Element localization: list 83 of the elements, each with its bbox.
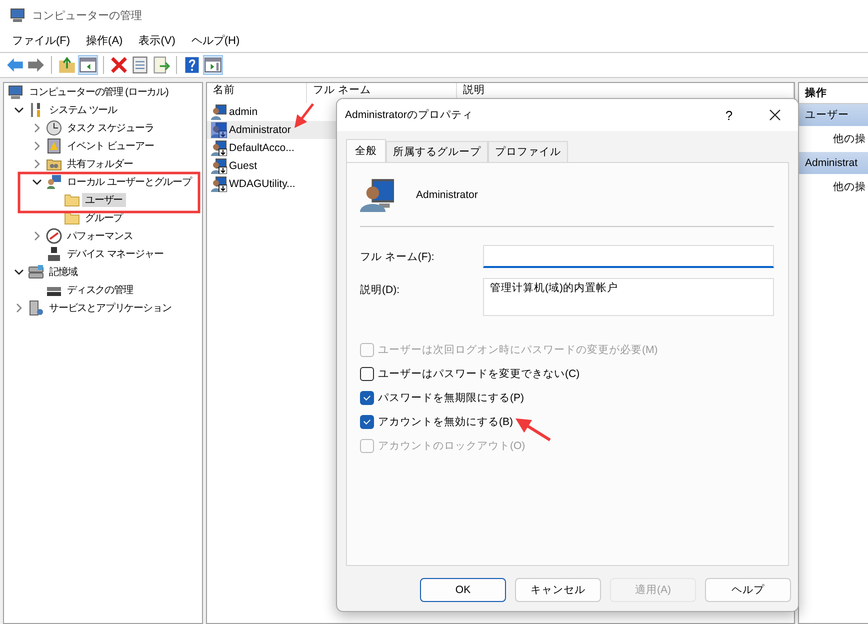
field-label: フル ネーム(F): <box>360 250 436 264</box>
folder-up-icon[interactable] <box>58 56 76 74</box>
account-name: Administrator <box>416 189 478 201</box>
menu-item[interactable]: 操作(A) <box>80 32 129 48</box>
tree-item[interactable]: イベント ビューアー <box>64 139 157 153</box>
list-row[interactable]: DefaultAcco... <box>207 139 341 157</box>
column-header[interactable]: フル ネーム <box>313 84 371 96</box>
user-name: Administrator <box>229 124 291 136</box>
clock-icon <box>46 120 62 136</box>
performance-icon <box>46 228 62 244</box>
user-icon <box>360 178 394 212</box>
properties-icon[interactable] <box>131 56 149 74</box>
menu-item[interactable]: ヘルプ(H) <box>185 32 246 48</box>
list-row[interactable]: WDAGUtility... <box>207 175 341 193</box>
delete-icon[interactable] <box>110 56 128 74</box>
help-button[interactable]: ? <box>706 108 752 122</box>
help-icon[interactable] <box>183 56 201 74</box>
export-icon[interactable] <box>152 56 170 74</box>
tree-item[interactable]: コンピューターの管理 (ローカル) <box>26 85 172 99</box>
user-name: DefaultAcco... <box>229 142 294 154</box>
menu-item[interactable]: ファイル(F) <box>6 32 76 48</box>
computer-icon <box>8 84 24 100</box>
storage-icon <box>28 264 44 280</box>
checkbox-label: アカウントのロックアウト(O) <box>378 439 526 453</box>
tree-item[interactable]: グループ <box>82 211 126 225</box>
back-arrow-icon[interactable] <box>6 56 24 74</box>
tree-item[interactable]: タスク スケジューラ <box>64 121 157 135</box>
panel-icon[interactable] <box>204 56 222 74</box>
tree-item[interactable]: デバイス マネージャー <box>64 247 166 261</box>
close-icon[interactable] <box>767 107 783 123</box>
checkbox-label: アカウントを無効にする(B) <box>378 415 513 429</box>
menu-item[interactable]: 表示(V) <box>132 32 182 48</box>
tree-item[interactable]: サービスとアプリケーション <box>46 301 174 315</box>
description-field[interactable]: 管理计算机(域)的内置帐户 <box>483 278 774 316</box>
checkbox[interactable] <box>360 391 374 405</box>
window-title: コンピューターの管理 <box>32 8 142 22</box>
tab[interactable]: 所属するグループ <box>386 141 488 162</box>
folder-icon <box>64 192 80 208</box>
checkbox[interactable] <box>360 367 374 381</box>
action-link[interactable]: 他の操 <box>799 174 868 200</box>
input-field[interactable] <box>483 245 774 268</box>
dialog-button[interactable]: OK <box>420 578 506 602</box>
tab[interactable]: 全般 <box>346 139 386 162</box>
device-icon <box>46 246 62 262</box>
field-label: 説明(D): <box>360 283 400 297</box>
users-icon <box>46 174 62 190</box>
tree-item[interactable]: システム ツール <box>46 103 120 117</box>
user-name: admin <box>229 106 258 118</box>
column-header[interactable]: 説明 <box>463 84 485 96</box>
list-row[interactable]: Guest <box>207 157 341 175</box>
disabled-user-icon <box>211 140 227 156</box>
checkbox[interactable] <box>360 415 374 429</box>
annotation-arrow <box>294 103 314 128</box>
tree-item[interactable]: パフォーマンス <box>64 229 136 243</box>
list-row[interactable]: admin <box>207 103 341 121</box>
user-name: Guest <box>229 160 258 172</box>
app-icon <box>10 7 26 23</box>
services-icon <box>28 300 44 316</box>
forward-arrow-icon[interactable] <box>27 56 45 74</box>
column-header[interactable]: 名前 <box>213 84 235 96</box>
dialog-button[interactable]: キャンセル <box>515 578 601 602</box>
tree-item[interactable]: ディスクの管理 <box>64 283 136 297</box>
dialog-button[interactable]: ヘルプ <box>705 578 791 602</box>
user-name: WDAGUtility... <box>229 178 296 190</box>
annotation-arrow <box>515 418 551 442</box>
log-icon <box>46 138 62 154</box>
action-link[interactable]: 他の操 <box>799 126 868 152</box>
tree-item[interactable]: 記憶域 <box>46 265 80 279</box>
dialog-title: Administratorのプロパティ <box>345 108 474 122</box>
disabled-user-icon <box>211 158 227 174</box>
user-icon <box>211 104 227 120</box>
tree-item[interactable]: ユーザー <box>82 193 126 207</box>
checkbox-label: パスワードを無期限にする(P) <box>378 391 524 405</box>
section-header: Administrat <box>799 152 868 174</box>
disabled-user-icon <box>211 176 227 192</box>
tab[interactable]: プロファイル <box>488 141 568 162</box>
tree-item[interactable]: ローカル ユーザーとグループ <box>64 175 194 189</box>
section-header: ユーザー <box>799 104 868 126</box>
disabled-user-icon <box>211 122 227 138</box>
panel-icon[interactable] <box>79 56 97 74</box>
checkbox-label: ユーザーはパスワードを変更できない(C) <box>378 367 580 381</box>
tree-item[interactable]: 共有フォルダー <box>64 157 136 171</box>
checkbox-label: ユーザーは次回ログオン時にパスワードの変更が必要(M) <box>378 343 658 357</box>
